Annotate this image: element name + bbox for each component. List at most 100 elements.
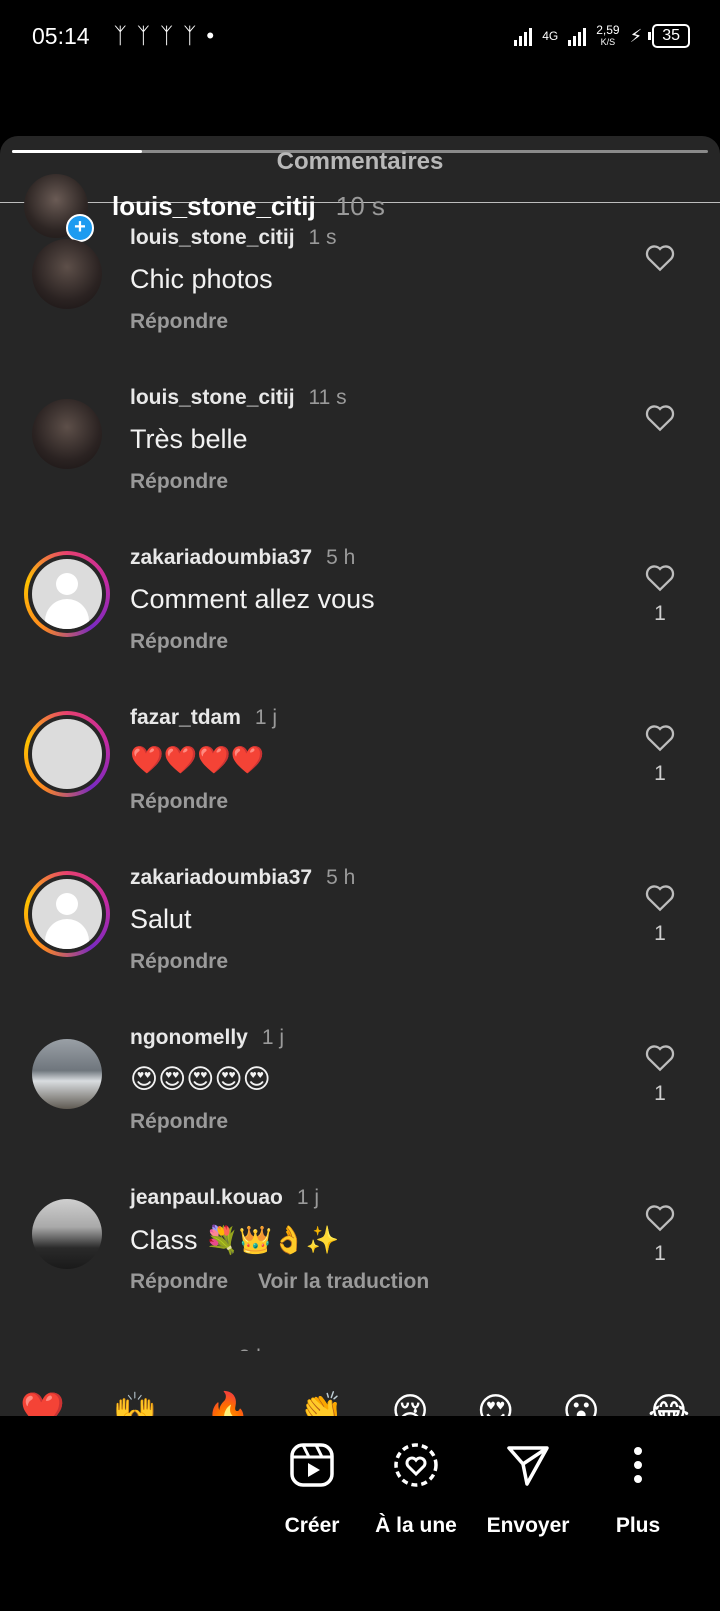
avatar[interactable] xyxy=(24,871,110,957)
emoji-button[interactable]: 🔥 xyxy=(206,1376,251,1416)
comment-header: louis_stone_citij 1 s xyxy=(130,226,337,250)
sheet-title: Commentaires xyxy=(276,148,444,175)
more-vertical-icon[interactable] xyxy=(598,1438,678,1492)
create-button[interactable]: Créer xyxy=(272,1438,352,1538)
comment-time: 5 h xyxy=(326,866,356,889)
more-button[interactable]: Plus xyxy=(598,1438,678,1538)
comment-item: ngonomelly 1 j 😍😍😍😍😍 Répondre 1 xyxy=(0,1026,720,1186)
avatar[interactable] xyxy=(24,711,110,797)
reel-create-icon[interactable] xyxy=(272,1438,352,1492)
comment-username[interactable]: jeanpaul.kouao xyxy=(130,1186,283,1209)
reply-button[interactable]: Répondre xyxy=(130,1110,228,1133)
comment-time: 1 j xyxy=(296,1186,320,1209)
comment-username[interactable]: fazar_tdam xyxy=(130,706,241,729)
create-label: Créer xyxy=(284,1514,340,1537)
reply-button[interactable]: Répondre xyxy=(130,1270,228,1293)
avatar[interactable] xyxy=(24,551,110,637)
comment-item: fazar_tdam 1 j ❤️❤️❤️❤️ Répondre 1 xyxy=(0,706,720,866)
comment-username[interactable]: louis_stone_citij xyxy=(130,226,295,249)
emoji-button[interactable]: 😮 xyxy=(562,1376,600,1416)
story-bottom-bar: Créer À la une Envoyer Plus xyxy=(0,1416,720,1611)
notification-icons: ᛉ ᛉ ᛉ ᛉ • xyxy=(114,23,215,49)
comment-text: Class 💐👑👌✨ xyxy=(130,1225,340,1255)
story-owner-username[interactable]: louis_stone_citij xyxy=(112,191,316,222)
comment-actions: Répondre xyxy=(130,470,228,494)
net-speed-unit: K/S xyxy=(600,36,616,47)
comment-item: cram_srg 3 h xyxy=(0,1346,720,1351)
heart-icon[interactable] xyxy=(644,242,676,272)
signal-icon xyxy=(514,26,533,46)
net-speed: 2,59 K/S xyxy=(596,22,620,48)
emoji-button[interactable]: 😂 xyxy=(648,1376,690,1416)
like-button[interactable]: 1 xyxy=(642,562,678,626)
heart-icon[interactable] xyxy=(644,722,676,752)
comment-time: 5 h xyxy=(326,546,356,569)
notification-icon: ᛉ xyxy=(113,23,127,48)
highlight-label: À la une xyxy=(375,1514,457,1537)
highlight-heart-icon[interactable] xyxy=(368,1438,464,1492)
comment-header: cram_srg 3 h xyxy=(130,1346,268,1351)
comment-text: Très belle xyxy=(130,424,248,454)
avatar[interactable] xyxy=(32,1199,102,1269)
status-bar: 05:14 ᛉ ᛉ ᛉ ᛉ • 4G 2,59 K/S ⚡ 35 xyxy=(0,0,720,72)
comment-actions: Répondre xyxy=(130,310,228,334)
reply-button[interactable]: Répondre xyxy=(130,310,228,333)
comment-username[interactable]: cram_srg xyxy=(130,1346,225,1351)
reply-button[interactable]: Répondre xyxy=(130,950,228,973)
emoji-button[interactable]: 👏 xyxy=(298,1376,343,1416)
heart-icon[interactable] xyxy=(644,1202,676,1232)
emoji-reaction-bar[interactable]: ❤️ 🙌 🔥 👏 😢 😍 😮 😂 xyxy=(0,1376,720,1416)
heart-icon[interactable] xyxy=(644,402,676,432)
more-label: Plus xyxy=(615,1514,661,1537)
like-button[interactable]: 1 xyxy=(642,1042,678,1106)
status-left: 05:14 ᛉ ᛉ ᛉ ᛉ • xyxy=(32,23,214,50)
like-button[interactable] xyxy=(642,242,678,282)
comment-header: jeanpaul.kouao 1 j xyxy=(130,1186,319,1210)
send-icon[interactable] xyxy=(480,1438,576,1492)
comment-actions: Répondre Voir la traduction xyxy=(130,1270,429,1294)
comment-header: zakariadoumbia37 5 h xyxy=(130,866,355,890)
avatar[interactable] xyxy=(32,1039,102,1109)
comment-text: 😍😍😍😍😍 xyxy=(130,1064,271,1094)
like-button[interactable]: 1 xyxy=(642,882,678,946)
like-button[interactable]: 1 xyxy=(642,722,678,786)
network-type: 4G xyxy=(542,29,559,43)
comment-list[interactable]: louis_stone_citij 1 s Chic photos Répondr… xyxy=(0,226,720,1351)
comment-item: zakariadoumbia37 5 h Salut Répondre 1 xyxy=(0,866,720,1026)
reply-button[interactable]: Répondre xyxy=(130,790,228,813)
like-count: 1 xyxy=(654,602,666,625)
battery-icon: 35 xyxy=(648,24,690,48)
emoji-button[interactable]: 😍 xyxy=(477,1376,515,1416)
net-speed-value: 2,59 xyxy=(596,22,620,37)
like-count: 1 xyxy=(654,1082,666,1105)
avatar[interactable] xyxy=(32,399,102,469)
comment-username[interactable]: louis_stone_citij xyxy=(130,386,295,409)
comment-actions: Répondre xyxy=(130,790,228,814)
highlight-button[interactable]: À la une xyxy=(368,1438,464,1538)
comment-time: 11 s xyxy=(308,386,347,409)
heart-icon[interactable] xyxy=(644,882,676,912)
translate-button[interactable]: Voir la traduction xyxy=(258,1270,429,1293)
comment-header: fazar_tdam 1 j xyxy=(130,706,277,730)
comment-item: jeanpaul.kouao 1 j Class 💐👑👌✨ Répondre Voi… xyxy=(0,1186,720,1346)
comment-username[interactable]: ngonomelly xyxy=(130,1026,248,1049)
comment-actions: Répondre xyxy=(130,630,228,654)
comment-username[interactable]: zakariadoumbia37 xyxy=(130,546,312,569)
comment-text: Salut xyxy=(130,904,192,934)
reply-button[interactable]: Répondre xyxy=(130,470,228,493)
comment-item: louis_stone_citij 1 s Chic photos Répondr… xyxy=(0,226,720,386)
like-button[interactable] xyxy=(642,402,678,442)
comment-time: 3 h xyxy=(239,1346,268,1351)
status-right: 4G 2,59 K/S ⚡ 35 xyxy=(514,24,690,48)
avatar[interactable] xyxy=(32,239,102,309)
heart-icon[interactable] xyxy=(644,1042,676,1072)
heart-icon[interactable] xyxy=(644,562,676,592)
emoji-button[interactable]: 🙌 xyxy=(113,1376,158,1416)
emoji-button[interactable]: 😢 xyxy=(391,1376,429,1416)
send-button[interactable]: Envoyer xyxy=(480,1438,576,1538)
emoji-button[interactable]: ❤️ xyxy=(20,1376,65,1416)
comment-header: louis_stone_citij 11 s xyxy=(130,386,347,410)
comment-username[interactable]: zakariadoumbia37 xyxy=(130,866,312,889)
like-button[interactable]: 1 xyxy=(642,1202,678,1266)
reply-button[interactable]: Répondre xyxy=(130,630,228,653)
